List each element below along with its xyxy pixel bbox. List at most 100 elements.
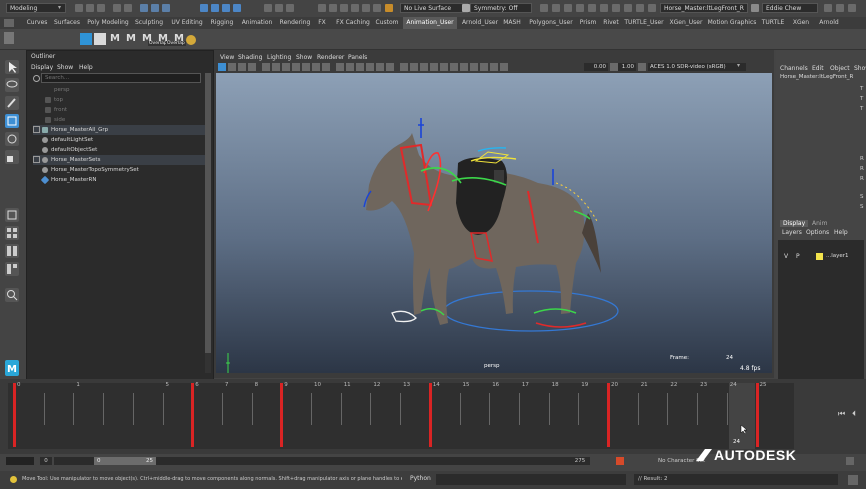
- shadows-icon[interactable]: [386, 63, 394, 71]
- lasso-tool-icon[interactable]: [5, 78, 19, 92]
- select-component-icon[interactable]: [162, 4, 170, 12]
- outliner-item-horse-masterall-grp[interactable]: Horse_MasterAll_Grp: [33, 125, 205, 135]
- lock-icon[interactable]: [636, 4, 644, 12]
- rotate-tool-icon[interactable]: [5, 132, 19, 146]
- menu-set-dropdown[interactable]: Modeling: [6, 3, 66, 13]
- layer-menu-layers[interactable]: Layers: [782, 228, 802, 237]
- depth-of-field-icon[interactable]: [430, 63, 438, 71]
- shelf-overlap-button-2[interactable]: Overlap: [166, 41, 186, 46]
- soft-select-icon[interactable]: [564, 4, 572, 12]
- shelf-mel-button-1[interactable]: M: [108, 32, 122, 46]
- workspace-icon[interactable]: [836, 4, 844, 12]
- sidebar-icon[interactable]: [824, 4, 832, 12]
- four-view-icon[interactable]: [5, 226, 19, 240]
- render-icon[interactable]: [264, 4, 272, 12]
- channel-menu-show[interactable]: Show: [854, 64, 866, 73]
- outliner-menu-help[interactable]: Help: [79, 63, 93, 72]
- ambient-occlusion-icon[interactable]: [400, 63, 408, 71]
- tab-mash[interactable]: MASH: [502, 17, 522, 29]
- field-chart-icon[interactable]: [302, 63, 310, 71]
- outliner-item-horse-mastersets[interactable]: Horse_MasterSets: [33, 155, 205, 165]
- outliner-search-input[interactable]: [41, 73, 201, 83]
- motion-blur-icon[interactable]: [410, 63, 418, 71]
- live-surface-field[interactable]: No Live Surface: [400, 3, 468, 13]
- shelf-wrench-icon[interactable]: [186, 35, 196, 45]
- shelf-cube-icon[interactable]: [94, 33, 106, 45]
- outliner-menu-show[interactable]: Show: [57, 63, 73, 72]
- bookmark-icon[interactable]: [238, 63, 246, 71]
- tab-rivet[interactable]: Rivet: [601, 17, 621, 29]
- paint-select-icon[interactable]: [5, 96, 19, 110]
- channel-object-name[interactable]: Horse_Master:ltLegFront_R: [780, 74, 853, 80]
- keyframe-marker[interactable]: [607, 383, 610, 447]
- pivot-icon[interactable]: [612, 4, 620, 12]
- live-surface-chevron-icon[interactable]: [462, 4, 470, 12]
- single-view-icon[interactable]: [5, 208, 19, 222]
- expand-icon[interactable]: [33, 156, 40, 163]
- channel-attr-translate-y[interactable]: T: [860, 96, 863, 102]
- outliner-view-icon[interactable]: [5, 262, 19, 276]
- textured-icon[interactable]: [366, 63, 374, 71]
- tab-polygons-user[interactable]: Polygons_User: [526, 17, 576, 29]
- wireframe-icon[interactable]: [336, 63, 344, 71]
- symmetry-dropdown[interactable]: Symmetry: Off: [470, 3, 532, 13]
- channel-attr-rotate-x[interactable]: R: [860, 156, 864, 162]
- channel-menu-edit[interactable]: Edit: [812, 64, 824, 73]
- tab-surfaces[interactable]: Surfaces: [52, 17, 82, 29]
- viewport-menu-view[interactable]: View: [220, 53, 234, 62]
- viewport-3d[interactable]: persp Frame: 24 4.8 fps: [216, 73, 772, 373]
- shelf-overlap-button-1[interactable]: Overlap: [148, 41, 168, 46]
- open-scene-icon[interactable]: [86, 4, 94, 12]
- go-to-start-icon[interactable]: ⏮: [838, 409, 845, 419]
- ipr-render-icon[interactable]: [275, 4, 283, 12]
- move-tool-icon[interactable]: [5, 114, 19, 128]
- new-scene-icon[interactable]: [75, 4, 83, 12]
- gate-mask-icon[interactable]: [292, 63, 300, 71]
- render-view-icon[interactable]: [340, 4, 348, 12]
- viewport-menu-panels[interactable]: Panels: [348, 53, 367, 62]
- snap-view-icon[interactable]: [233, 4, 241, 12]
- snap-point-icon[interactable]: [222, 4, 230, 12]
- snapshot-icon[interactable]: [351, 4, 359, 12]
- tab-animation[interactable]: Animation: [239, 17, 275, 29]
- shelf-menu-icon[interactable]: [4, 32, 14, 44]
- outliner-item-horse-mastertoposymmetryset[interactable]: Horse_MasterTopoSymmetrySet: [33, 165, 205, 175]
- outliner-item-top[interactable]: top: [33, 95, 205, 105]
- layer-visibility-toggle[interactable]: V: [784, 253, 788, 260]
- color-space-dropdown[interactable]: ACES 1.0 SDR-video (sRGB): [648, 63, 746, 71]
- channel-attr-scale-x[interactable]: S: [860, 194, 864, 200]
- tab-sculpting[interactable]: Sculpting: [133, 17, 165, 29]
- range-start-field[interactable]: 0: [40, 457, 52, 465]
- viewport-menu-lighting[interactable]: Lighting: [267, 53, 291, 62]
- scale-tool-icon[interactable]: [5, 150, 19, 164]
- gamma-field[interactable]: 1.00: [618, 63, 636, 71]
- layer-color-swatch[interactable]: [816, 253, 823, 260]
- shelf-settings-icon[interactable]: [4, 19, 14, 27]
- tab-turtle[interactable]: TURTLE: [760, 17, 786, 29]
- tab-uv-editing[interactable]: UV Editing: [167, 17, 207, 29]
- tab-rigging[interactable]: Rigging: [207, 17, 237, 29]
- range-bar[interactable]: 0 25: [54, 457, 574, 465]
- keyframe-marker[interactable]: [428, 383, 432, 447]
- shelf-tool-icon[interactable]: [80, 33, 92, 45]
- tab-arnold-user[interactable]: Arnold_User: [458, 17, 502, 29]
- select-tool-icon[interactable]: [5, 60, 19, 74]
- channel-attr-scale-y[interactable]: S: [860, 204, 864, 210]
- tab-xgen-user[interactable]: XGen_User: [668, 17, 704, 29]
- select-camera-icon[interactable]: [218, 63, 226, 71]
- display-icon[interactable]: [588, 4, 596, 12]
- hypershade-icon[interactable]: [329, 4, 337, 12]
- construction-history-icon[interactable]: [318, 4, 326, 12]
- layer-playback-toggle[interactable]: P: [796, 253, 800, 260]
- range-end-field[interactable]: 275: [570, 457, 590, 465]
- snap-curve-icon[interactable]: [211, 4, 219, 12]
- outliner-item-persp[interactable]: persp: [33, 85, 205, 95]
- script-language-button[interactable]: Python: [410, 475, 431, 482]
- tab-curves[interactable]: Curves: [22, 17, 52, 29]
- render-settings-icon[interactable]: [286, 4, 294, 12]
- channel-attr-translate-z[interactable]: T: [860, 106, 863, 112]
- tab-arnold[interactable]: Arnold: [816, 17, 842, 29]
- attribute-editor-icon[interactable]: [362, 4, 370, 12]
- viewport-menu-show[interactable]: Show: [296, 53, 312, 62]
- snap-grid-icon[interactable]: [200, 4, 208, 12]
